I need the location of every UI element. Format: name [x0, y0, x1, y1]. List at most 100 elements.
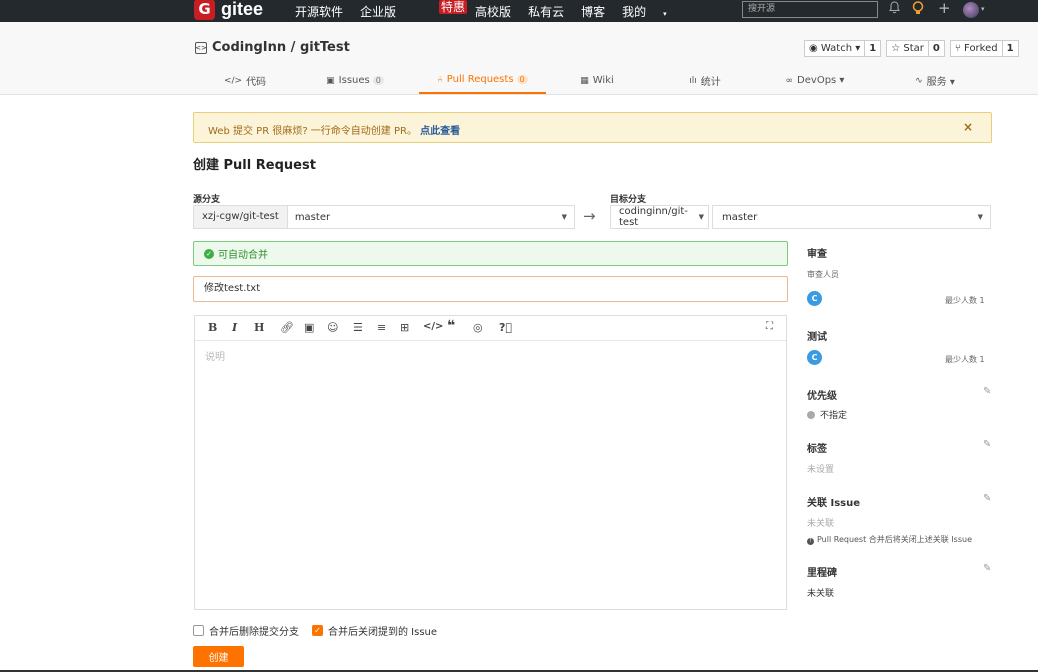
priority-value-text: 不指定: [820, 411, 848, 421]
edit-icon[interactable]: ✎: [983, 386, 991, 397]
delete-branch-label: 合并后删除提交分支: [209, 627, 299, 638]
plus-icon[interactable]: +: [938, 0, 951, 17]
nav-link-mine-label: 我的: [622, 5, 647, 19]
bold-icon[interactable]: B: [208, 321, 217, 334]
edit-icon[interactable]: ✎: [983, 439, 991, 450]
tab-code[interactable]: </> 代码: [195, 67, 295, 94]
italic-icon[interactable]: I: [232, 321, 237, 334]
watch-button[interactable]: ◉ Watch ▾ 1: [804, 40, 882, 57]
fork-count[interactable]: 1: [1003, 41, 1018, 56]
tab-label: 统计: [700, 77, 721, 88]
star-count[interactable]: 0: [929, 41, 944, 56]
delete-branch-option[interactable]: 合并后删除提交分支: [193, 623, 299, 638]
page-title: 创建 Pull Request: [193, 158, 316, 173]
edit-icon[interactable]: ✎: [983, 493, 991, 504]
tester-avatar[interactable]: C: [807, 350, 822, 365]
fork-text: Forked: [964, 43, 998, 54]
star-button[interactable]: ☆ Star 0: [886, 40, 945, 57]
fullscreen-icon[interactable]: ⛶: [766, 321, 773, 332]
fork-button[interactable]: ⑂ Forked 1: [949, 40, 1019, 57]
pr-title-input[interactable]: 修改test.txt: [193, 276, 788, 302]
issues-icon: ▣: [326, 75, 335, 86]
nav-link-private-cloud[interactable]: 私有云: [528, 3, 564, 20]
bell-icon[interactable]: [889, 1, 900, 18]
tab-label: 代码: [246, 77, 267, 88]
project-tabs: </> 代码 ▣ Issues 0 ⑃ Pull Requests 0 ▦ Wiki ılı…: [195, 67, 995, 94]
tab-label: DevOps ▾: [797, 75, 845, 86]
watch-count[interactable]: 1: [865, 41, 880, 56]
help-icon[interactable]: ?⃝: [499, 321, 512, 334]
tab-wiki[interactable]: ▦ Wiki: [547, 67, 647, 94]
target-repo-value: codinginn/git-test: [619, 206, 688, 228]
reviewers-label: 审查人员: [807, 270, 839, 279]
code-icon[interactable]: </>: [423, 321, 443, 332]
gitee-logo[interactable]: G gitee: [194, 0, 263, 20]
review-title: 审查: [807, 249, 827, 260]
tab-services[interactable]: ∿ 服务 ▾: [885, 67, 985, 94]
gitee-logo-icon: G: [194, 0, 215, 20]
nav-link-open-source[interactable]: 开源软件: [295, 3, 343, 20]
chevron-down-icon: ▼: [698, 213, 704, 221]
nav-link-enterprise-label: 企业版: [360, 5, 397, 19]
nav-link-blog[interactable]: 博客: [581, 3, 605, 20]
top-navbar: G gitee 开源软件 企业版 特惠 高校版 私有云 博客 我的 ▾ 搜开源 + …: [0, 0, 1038, 22]
link-icon[interactable]: 🔗︎: [280, 321, 294, 334]
reviewer-avatar[interactable]: C: [807, 291, 822, 306]
linked-issue-note-text: Pull Request 合并后将关闭上述关联 Issue: [817, 535, 973, 544]
star-text: Star: [903, 43, 924, 54]
preview-eye-icon[interactable]: ◎: [473, 321, 483, 334]
description-editor: B I H 🔗︎ ▣ ☺ ☰ ≡ ⊞ </> ❝ ◎ ?⃝ ⛶ 说明: [194, 315, 787, 610]
search-input[interactable]: 搜开源: [742, 1, 878, 18]
target-repo-select[interactable]: codinginn/git-test ▼: [610, 205, 709, 229]
project-name[interactable]: CodingInn / gitTest: [212, 40, 350, 55]
tab-issues[interactable]: ▣ Issues 0: [305, 67, 405, 94]
image-icon[interactable]: ▣: [304, 321, 314, 334]
table-icon[interactable]: ⊞: [400, 321, 409, 334]
pulse-icon: ∿: [915, 75, 923, 86]
delete-branch-checkbox[interactable]: [193, 625, 204, 636]
create-button[interactable]: 创建: [193, 646, 244, 667]
priority-value: 不指定: [807, 408, 847, 421]
target-branch-select[interactable]: master ▼: [712, 205, 991, 229]
edit-icon[interactable]: ✎: [983, 563, 991, 574]
bullet-list-icon[interactable]: ☰: [353, 321, 363, 334]
reviewer-min-count[interactable]: 最少人数 1: [945, 295, 985, 306]
editor-toolbar: B I H 🔗︎ ▣ ☺ ☰ ≡ ⊞ </> ❝ ◎ ?⃝ ⛶: [195, 316, 786, 341]
linked-issue-value: 未关联: [807, 519, 835, 529]
source-branch-select[interactable]: xzj-cgw/git-test master ▼: [193, 205, 575, 229]
linked-issue-title: 关联 Issue: [807, 498, 861, 509]
chevron-down-icon: ▾: [663, 10, 667, 18]
pull-request-icon: ⑃: [437, 74, 443, 85]
tab-devops[interactable]: ∞ DevOps ▾: [765, 67, 865, 94]
nav-link-enterprise[interactable]: 企业版 特惠: [360, 0, 468, 20]
emoji-icon[interactable]: ☺: [327, 321, 338, 334]
source-branch-value: master: [294, 211, 331, 223]
banner-link[interactable]: 点此查看: [420, 126, 460, 137]
priority-title: 优先级: [807, 391, 837, 402]
nav-link-education[interactable]: 高校版: [475, 3, 511, 20]
close-icon[interactable]: ×: [963, 120, 973, 134]
chevron-down-icon: ▼: [977, 213, 983, 221]
milestone-title: 里程碑: [807, 568, 837, 579]
heading-icon[interactable]: H: [254, 321, 264, 334]
tab-label: Wiki: [592, 75, 614, 86]
user-avatar[interactable]: [963, 2, 979, 18]
nav-links: 开源软件 企业版 特惠 高校版 私有云 博客 我的 ▾: [295, 0, 701, 20]
banner-text: Web 提交 PR 很麻烦? 一行命令自动创建 PR。 点此查看: [208, 122, 460, 137]
cli-tip-banner: Web 提交 PR 很麻烦? 一行命令自动创建 PR。 点此查看 ×: [193, 112, 992, 143]
merge-status: ✓ 可自动合并: [193, 241, 788, 266]
tester-min-count[interactable]: 最少人数 1: [945, 354, 985, 365]
quote-icon[interactable]: ❝: [447, 318, 455, 334]
target-branch-label: 目标分支: [610, 195, 647, 205]
chevron-down-icon[interactable]: ▾: [981, 5, 985, 13]
close-issue-option[interactable]: ✓ 合并后关闭提到的 Issue: [312, 623, 437, 638]
tab-stats[interactable]: ılı 统计: [655, 67, 755, 94]
lightbulb-icon[interactable]: [912, 1, 924, 20]
tab-pull-requests[interactable]: ⑃ Pull Requests 0: [419, 67, 546, 94]
nav-link-mine[interactable]: 我的 ▾: [622, 3, 684, 20]
ordered-list-icon[interactable]: ≡: [377, 321, 386, 334]
description-textarea[interactable]: 说明: [205, 348, 225, 363]
info-icon: !: [807, 538, 814, 545]
infinity-icon: ∞: [785, 75, 794, 86]
close-issue-checkbox[interactable]: ✓: [312, 625, 323, 636]
